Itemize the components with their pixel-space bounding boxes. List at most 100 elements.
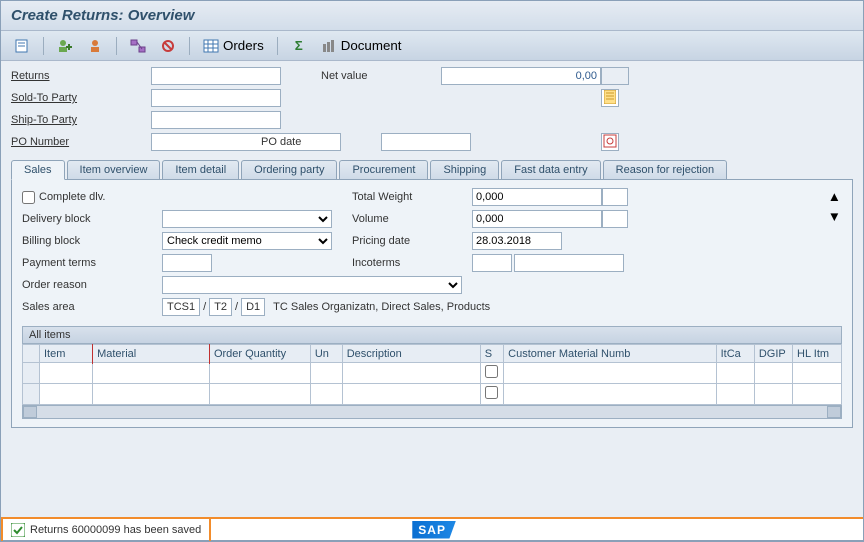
incoterms-input[interactable] <box>472 254 512 272</box>
display-button[interactable] <box>9 35 35 57</box>
doc-flow-button[interactable] <box>125 35 151 57</box>
row-selector[interactable] <box>23 384 40 405</box>
tab-body-sales: Complete dlv. Total Weight Delivery bloc… <box>11 180 853 428</box>
cell-dgip[interactable] <box>754 363 792 384</box>
orders-label: Orders <box>223 38 264 53</box>
payterms-label: Payment terms <box>22 257 162 269</box>
delivblock-select[interactable] <box>162 210 332 228</box>
col-material[interactable]: Material <box>93 345 210 363</box>
tab-reason-for-rejection[interactable]: Reason for rejection <box>603 160 727 179</box>
col-item[interactable]: Item <box>39 345 92 363</box>
table-row[interactable] <box>23 384 842 405</box>
partner-detail-button[interactable] <box>601 89 619 107</box>
col-un[interactable]: Un <box>310 345 342 363</box>
col-description[interactable]: Description <box>342 345 480 363</box>
row-selector[interactable] <box>23 363 40 384</box>
tab-item-detail[interactable]: Item detail <box>162 160 239 179</box>
shipto-label: Ship-To Party <box>11 114 151 126</box>
podate-input[interactable] <box>381 133 471 151</box>
incoterms-label: Incoterms <box>352 257 472 269</box>
caret-down-icon: ▼ <box>828 209 841 224</box>
incoterms-loc-input[interactable] <box>514 254 624 272</box>
tab-ordering-party[interactable]: Ordering party <box>241 160 337 179</box>
totalweight-label: Total Weight <box>352 191 472 203</box>
tab-procurement[interactable]: Procurement <box>339 160 428 179</box>
shipto-input[interactable] <box>151 111 281 129</box>
cell-desc[interactable] <box>342 363 480 384</box>
person-add-icon <box>57 38 73 54</box>
scroll-left-button[interactable] <box>23 406 37 418</box>
cell-itca[interactable] <box>716 363 754 384</box>
soldto-input[interactable] <box>151 89 281 107</box>
cell-item[interactable] <box>39 384 92 405</box>
returns-input[interactable] <box>151 67 281 85</box>
table-h-scrollbar[interactable] <box>22 405 842 419</box>
complete-dlv-checkbox[interactable] <box>22 191 35 204</box>
volume-unit-display <box>602 210 628 228</box>
scroll-down-button[interactable]: ▼ <box>827 208 842 224</box>
document-button[interactable]: Document <box>316 35 407 57</box>
cell-dgip[interactable] <box>754 384 792 405</box>
cell-un[interactable] <box>310 363 342 384</box>
cell-custmat[interactable] <box>504 384 716 405</box>
salesarea-org-chip: TCS1 <box>162 298 200 316</box>
tab-item-overview[interactable]: Item overview <box>67 160 161 179</box>
tab-fast-data-entry[interactable]: Fast data entry <box>501 160 600 179</box>
cell-material[interactable] <box>93 363 210 384</box>
cell-custmat[interactable] <box>504 363 716 384</box>
scroll-right-button[interactable] <box>827 406 841 418</box>
search-detail-icon <box>603 134 617 151</box>
scroll-up-button[interactable]: ▲ <box>827 188 842 204</box>
tab-strip: Sales Item overview Item detail Ordering… <box>11 159 853 180</box>
tab-sales[interactable]: Sales <box>11 160 65 180</box>
orders-button[interactable]: Orders <box>198 35 269 57</box>
cell-hlitm[interactable] <box>793 384 842 405</box>
sum-button[interactable]: Σ <box>286 35 312 57</box>
cell-material[interactable] <box>93 384 210 405</box>
status-message: Returns 60000099 has been saved <box>30 524 201 536</box>
tab-shipping[interactable]: Shipping <box>430 160 499 179</box>
sigma-icon: Σ <box>291 38 307 54</box>
cell-s-checkbox[interactable] <box>485 365 498 378</box>
status-cancel-icon <box>160 38 176 54</box>
header-add-button[interactable] <box>52 35 78 57</box>
salesarea-div-chip: D1 <box>241 298 265 316</box>
col-itca[interactable]: ItCa <box>716 345 754 363</box>
col-order-quantity[interactable]: Order Quantity <box>209 345 310 363</box>
payterms-input[interactable] <box>162 254 212 272</box>
orderreason-label: Order reason <box>22 279 162 291</box>
col-hlitm[interactable]: HL Itm <box>793 345 842 363</box>
orderreason-select[interactable] <box>162 276 462 294</box>
cell-hlitm[interactable] <box>793 363 842 384</box>
document-display-icon <box>14 38 30 54</box>
pricingdate-label: Pricing date <box>352 235 472 247</box>
po-detail-button[interactable] <box>601 133 619 151</box>
billblock-select[interactable]: Check credit memo <box>162 232 332 250</box>
app-toolbar: Orders Σ Document <box>1 31 863 61</box>
delivblock-label: Delivery block <box>22 213 162 225</box>
cell-desc[interactable] <box>342 384 480 405</box>
cell-item[interactable] <box>39 363 92 384</box>
status-button[interactable] <box>155 35 181 57</box>
table-row[interactable] <box>23 363 842 384</box>
cell-s-checkbox[interactable] <box>485 386 498 399</box>
sap-logo: SAP <box>412 521 456 539</box>
cell-un[interactable] <box>310 384 342 405</box>
pricingdate-input[interactable] <box>472 232 562 250</box>
col-dgip[interactable]: DGIP <box>754 345 792 363</box>
netvalue-label: Net value <box>321 70 441 82</box>
grid-icon <box>203 38 219 54</box>
flow-icon <box>130 38 146 54</box>
page-title-bar: Create Returns: Overview <box>1 1 863 31</box>
status-bar: Returns 60000099 has been saved SAP <box>1 517 863 541</box>
col-s[interactable]: S <box>480 345 503 363</box>
volume-label: Volume <box>352 213 472 225</box>
header-remove-button[interactable] <box>82 35 108 57</box>
cell-qty[interactable] <box>209 384 310 405</box>
cell-qty[interactable] <box>209 363 310 384</box>
complete-dlv-label: Complete dlv. <box>39 191 105 203</box>
cell-itca[interactable] <box>716 384 754 405</box>
salesarea-ch-chip: T2 <box>209 298 232 316</box>
col-customer-material[interactable]: Customer Material Numb <box>504 345 716 363</box>
separator <box>116 37 117 55</box>
